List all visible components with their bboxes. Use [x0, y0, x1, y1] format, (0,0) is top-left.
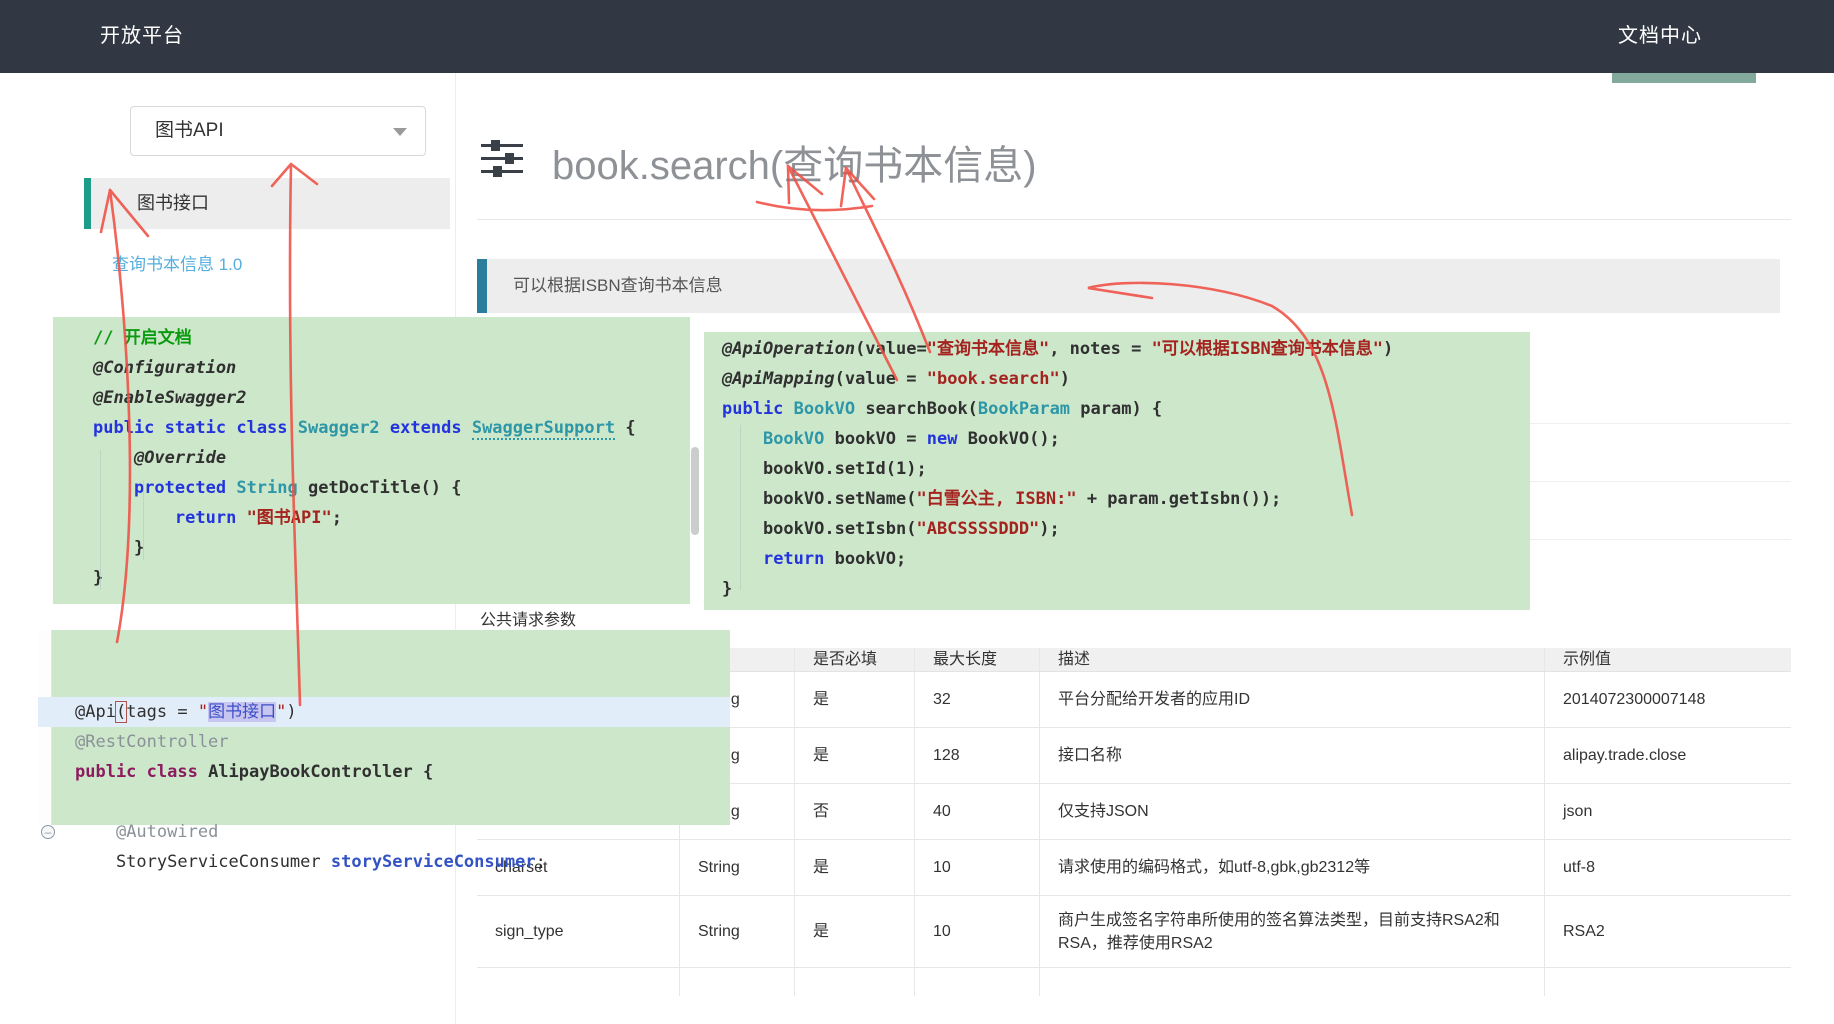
table-cell: String [680, 896, 795, 967]
indent-guide [740, 425, 741, 590]
column-header: 是否必填 [795, 648, 915, 671]
code-line: public static class Swagger2 extends Swa… [93, 413, 690, 443]
table-cell: 接口名称 [1040, 728, 1545, 783]
table-cell: 40 [915, 784, 1040, 839]
title-divider [477, 219, 1791, 220]
content-line [1530, 423, 1791, 424]
code-line: @EnableSwagger2 [93, 383, 690, 413]
code-line: protected String getDocTitle() { [93, 473, 690, 503]
scrollbar-thumb[interactable] [691, 447, 699, 535]
table-row [477, 968, 1791, 996]
code-line: } [93, 563, 690, 593]
code-line: public class AlipayBookController { [75, 757, 730, 787]
code-line: @RestController [75, 727, 730, 757]
table-cell: RSA2 [1545, 896, 1791, 967]
code-snippet-api-operation: @ApiOperation(value="查询书本信息", notes = "可… [704, 332, 1530, 610]
code-line: BookVO bookVO = new BookVO(); [722, 424, 1530, 454]
table-cell: 否 [795, 784, 915, 839]
code-line: @Override [93, 443, 690, 473]
indent-guide [143, 480, 144, 560]
code-snippet-swagger-config: // 开启文档@Configuration@EnableSwagger2publ… [53, 317, 690, 604]
code-line: } [722, 574, 1530, 604]
code-line: @ApiOperation(value="查询书本信息", notes = "可… [722, 334, 1530, 364]
table-cell: 是 [795, 728, 915, 783]
chevron-down-icon [393, 128, 407, 136]
code-snippet-controller: @Api(tags = "图书接口")@RestControllerpublic… [38, 630, 730, 825]
content-line [1530, 481, 1791, 482]
table-cell [795, 968, 915, 996]
column-header: 示例值 [1545, 648, 1791, 671]
params-section-heading: 公共请求参数 [480, 606, 576, 630]
sidebar-version-link[interactable]: 查询书本信息 1.0 [112, 250, 242, 275]
table-cell: utf-8 [1545, 840, 1791, 895]
api-description-box: 可以根据ISBN查询书本信息 [477, 259, 1780, 313]
table-cell [915, 968, 1040, 996]
code-line: return bookVO; [722, 544, 1530, 574]
brand-title: 开放平台 [100, 0, 184, 73]
code-gutter [38, 630, 52, 825]
table-cell: 平台分配给开发者的应用ID [1040, 672, 1545, 727]
api-group-dropdown[interactable]: 图书API [130, 106, 426, 156]
table-cell: 10 [915, 896, 1040, 967]
page: 开放平台 文档中心 图书API 图书接口 查询书本信息 1.0 book.sea… [0, 0, 1834, 1024]
code-line: return "图书API"; [93, 503, 690, 533]
table-row: sign_typeString是10商户生成签名字符串所使用的签名算法类型，目前… [477, 896, 1791, 968]
table-cell: 2014072300007148 [1545, 672, 1791, 727]
table-cell: alipay.trade.close [1545, 728, 1791, 783]
code-line: @Api(tags = "图书接口") [75, 697, 730, 727]
code-line: @ApiMapping(value = "book.search") [722, 364, 1530, 394]
top-navbar: 开放平台 文档中心 [0, 0, 1834, 73]
table-cell [1040, 968, 1545, 996]
collapse-minus-icon[interactable]: – [41, 825, 55, 839]
code-line: @Autowired– [75, 817, 730, 847]
code-line: public BookVO searchBook(BookParam param… [722, 394, 1530, 424]
table-cell: 商户生成签名字符串所使用的签名算法类型，目前支持RSA2和RSA，推荐使用RSA… [1040, 896, 1545, 967]
code-line: bookVO.setId(1); [722, 454, 1530, 484]
code-line: StoryServiceConsumer storyServiceConsume… [75, 847, 730, 877]
code-line: @Configuration [93, 353, 690, 383]
code-line: bookVO.setName("白雪公主, ISBN:" + param.get… [722, 484, 1530, 514]
table-cell: 32 [915, 672, 1040, 727]
table-cell: json [1545, 784, 1791, 839]
page-title: book.search(查询书本信息) [552, 133, 1037, 191]
column-header: 描述 [1040, 648, 1545, 671]
table-cell: 是 [795, 840, 915, 895]
code-line: bookVO.setIsbn("ABCSSSSDDD"); [722, 514, 1530, 544]
indent-guide [100, 450, 101, 590]
code-line [75, 787, 730, 817]
table-cell: 128 [915, 728, 1040, 783]
table-cell [1545, 968, 1791, 996]
code-line: } [93, 533, 690, 563]
sliders-icon [481, 140, 523, 178]
table-cell: 仅支持JSON [1040, 784, 1545, 839]
table-cell: 是 [795, 896, 915, 967]
column-header: 最大长度 [915, 648, 1040, 671]
table-cell: 10 [915, 840, 1040, 895]
sidebar-item-book-api[interactable]: 图书接口 [84, 178, 450, 229]
code-line: // 开启文档 [93, 323, 690, 353]
active-tab-underline [1612, 73, 1756, 83]
table-cell: 请求使用的编码格式，如utf-8,gbk,gb2312等 [1040, 840, 1545, 895]
table-cell: 是 [795, 672, 915, 727]
content-line [1530, 539, 1791, 540]
table-cell: sign_type [477, 896, 680, 967]
nav-doc-center[interactable]: 文档中心 [1618, 0, 1702, 73]
sidebar-item-label: 图书接口 [137, 178, 209, 229]
table-cell [477, 968, 680, 996]
table-cell [680, 968, 795, 996]
dropdown-value: 图书API [155, 107, 224, 155]
api-description-text: 可以根据ISBN查询书本信息 [513, 259, 723, 313]
